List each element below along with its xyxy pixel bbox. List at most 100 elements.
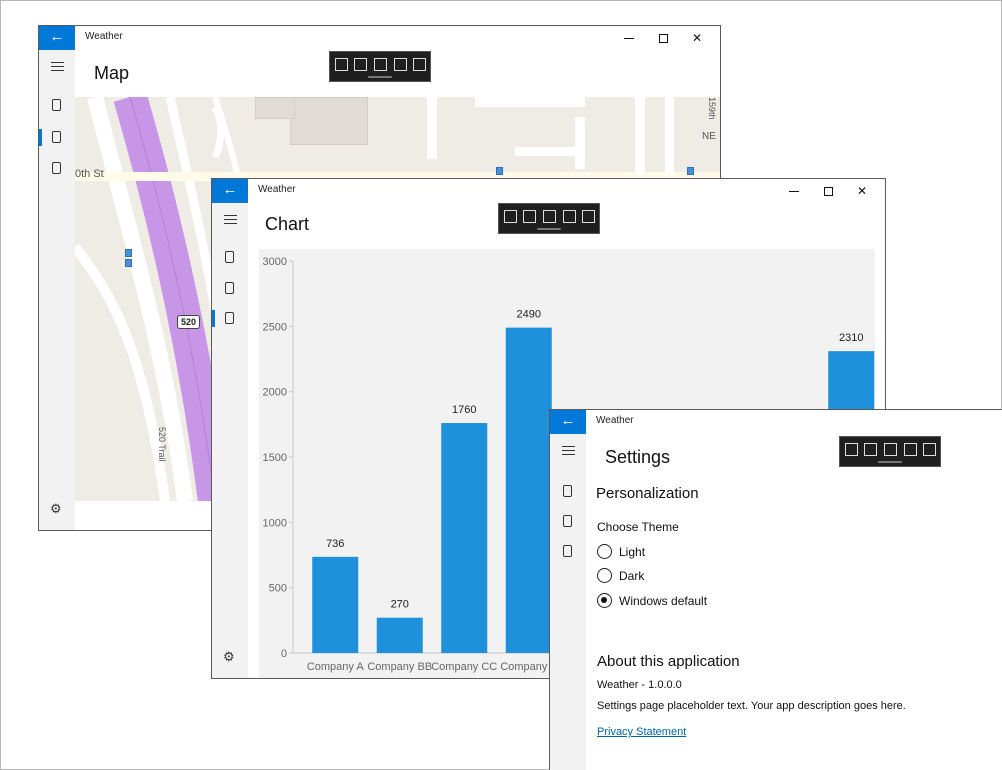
toolbar-select-icon[interactable] [335,58,348,71]
bus-stop-icon[interactable] [125,249,132,257]
radio-theme-windows-default[interactable]: Windows default [597,593,707,608]
toolbar-track-icon[interactable] [904,443,917,456]
version-text: Weather - 1.0.0.0 [597,679,682,691]
close-icon: ✕ [856,184,868,198]
bus-stop-icon[interactable] [125,259,132,267]
hamburger-icon[interactable] [562,446,575,455]
bar [441,423,488,653]
back-button[interactable]: ← [39,26,75,50]
toolbar-select-icon[interactable] [845,443,858,456]
close-icon: ✕ [691,31,703,45]
bar [505,327,552,653]
toolbar-track-icon[interactable] [394,58,407,71]
title-bar[interactable]: ← Weather ✕ [39,26,720,50]
settings-gear-icon[interactable]: ⚙ [50,501,62,517]
settings-window: ← Weather Settings Personalization Choos… [549,409,1002,770]
theme-label: Choose Theme [597,520,679,534]
y-tick-label: 1500 [263,452,287,464]
nav-item-3-icon[interactable] [563,545,572,557]
settings-gear-icon[interactable]: ⚙ [223,649,235,665]
nav-item-2-icon[interactable] [563,515,572,527]
radio-circle[interactable] [597,544,612,559]
window-title: Weather [85,31,123,42]
map-road [635,97,645,175]
toolbar-layout-icon[interactable] [582,210,595,223]
toolbar-grip[interactable] [368,76,392,78]
debug-toolbar[interactable] [839,436,941,467]
back-arrow-icon: ← [49,28,65,45]
map-road [515,147,585,156]
maximize-icon [658,33,668,43]
title-bar[interactable]: ← Weather ✕ [212,179,885,203]
map-building [290,97,368,145]
debug-toolbar[interactable] [329,51,431,82]
nav-item-map-icon[interactable] [52,131,61,143]
map-building [255,97,295,119]
nav-rail: ⚙ [39,50,75,530]
privacy-statement-link[interactable]: Privacy Statement [597,726,686,738]
map-road [575,117,585,169]
maximize-button[interactable] [811,179,845,203]
back-button[interactable]: ← [550,410,586,434]
radio-circle-selected[interactable] [597,593,612,608]
debug-toolbar[interactable] [498,203,600,234]
y-tick-label: 500 [269,583,287,595]
nav-item-1-icon[interactable] [52,99,61,111]
toolbar-track-icon[interactable] [563,210,576,223]
data-label: 736 [326,538,344,550]
label-ne: NE [702,131,716,142]
y-tick-label: 2000 [263,387,287,399]
road-label-520-trail: 520 Trail [157,427,167,462]
nav-item-1-icon[interactable] [563,485,572,497]
nav-item-1-icon[interactable] [225,251,234,263]
map-road [427,97,437,159]
toolbar-grip[interactable] [878,461,902,463]
minimize-button[interactable] [612,26,646,50]
data-label: 2310 [839,332,863,344]
nav-selection-indicator [212,310,215,327]
page-title: Map [94,63,130,83]
bus-stop-icon[interactable] [496,167,503,175]
toolbar-adorner-icon[interactable] [884,443,897,456]
title-bar[interactable]: ← Weather [550,410,1002,434]
nav-rail [550,434,586,770]
road-label-159th: 159th [707,97,717,120]
window-title: Weather [596,415,634,426]
page-title: Settings [605,447,671,467]
category-label: Company BB [367,661,432,673]
map-road [665,97,674,175]
bus-stop-icon[interactable] [687,167,694,175]
maximize-button[interactable] [646,26,680,50]
description-text: Settings page placeholder text. Your app… [597,700,906,712]
radio-circle[interactable] [597,568,612,583]
hamburger-icon[interactable] [224,215,237,224]
minimize-button[interactable] [777,179,811,203]
toolbar-layout-icon[interactable] [413,58,426,71]
bar [376,617,423,653]
hamburger-icon[interactable] [51,62,64,71]
toolbar-pointer-icon[interactable] [864,443,877,456]
toolbar-pointer-icon[interactable] [523,210,536,223]
radio-theme-light[interactable]: Light [597,544,645,559]
radio-label: Dark [619,568,645,583]
toolbar-adorner-icon[interactable] [374,58,387,71]
toolbar-select-icon[interactable] [504,210,517,223]
toolbar-adorner-icon[interactable] [543,210,556,223]
close-button[interactable]: ✕ [845,179,879,203]
nav-item-3-icon[interactable] [52,162,61,174]
radio-label: Light [619,544,646,559]
toolbar-grip[interactable] [537,228,561,230]
toolbar-pointer-icon[interactable] [354,58,367,71]
window-title: Weather [258,184,296,195]
nav-item-2-icon[interactable] [225,282,234,294]
nav-selection-indicator [39,129,42,146]
toolbar-layout-icon[interactable] [923,443,936,456]
minimize-icon [789,190,799,192]
street-label: 0th St [75,168,104,180]
nav-item-chart-icon[interactable] [225,312,234,324]
category-label: Company A [307,661,365,673]
back-button[interactable]: ← [212,179,248,203]
close-button[interactable]: ✕ [680,26,714,50]
back-arrow-icon: ← [222,181,238,198]
radio-theme-dark[interactable]: Dark [597,568,644,583]
